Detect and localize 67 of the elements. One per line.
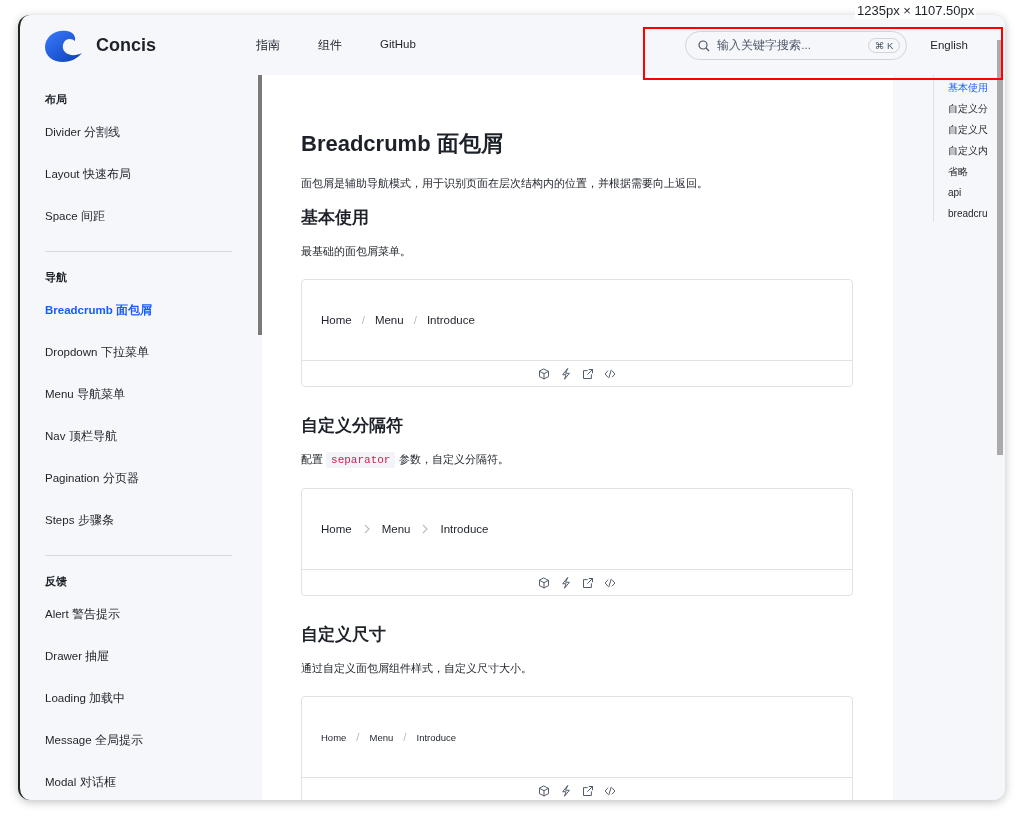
section-description: 配置 separator 参数，自定义分隔符。 bbox=[301, 451, 510, 470]
external-link-icon[interactable] bbox=[582, 576, 594, 589]
chevron-icon bbox=[363, 524, 370, 534]
code-icon[interactable] bbox=[604, 367, 616, 380]
group-title: 导航 bbox=[45, 270, 68, 285]
page-title: Breadcrumb 面包屑 bbox=[301, 130, 504, 158]
toc-link[interactable]: 自定义尺 bbox=[934, 119, 995, 140]
sidebar-item[interactable]: Message 全局提示 bbox=[45, 719, 232, 761]
cube-icon[interactable] bbox=[538, 576, 550, 589]
crumb-link[interactable]: Introduce bbox=[416, 731, 457, 743]
scrollbar[interactable] bbox=[258, 75, 262, 335]
crumb-link[interactable]: Menu bbox=[369, 731, 394, 743]
sidebar-item[interactable]: Pagination 分页器 bbox=[45, 457, 232, 499]
cube-icon[interactable] bbox=[538, 367, 550, 380]
sidebar-item[interactable]: Drawer 抽屉 bbox=[45, 635, 232, 677]
scrollbar[interactable] bbox=[997, 40, 1003, 455]
sidebar-item[interactable]: Layout 快速布局 bbox=[45, 153, 232, 195]
crumb-link[interactable]: Introduce bbox=[440, 523, 489, 535]
section-title: 自定义尺寸 bbox=[301, 624, 387, 645]
logo-icon bbox=[45, 28, 82, 62]
language-link[interactable]: English bbox=[930, 39, 968, 51]
toc-link[interactable]: api bbox=[934, 182, 995, 203]
lightning-icon[interactable] bbox=[560, 367, 572, 380]
crumb-link[interactable]: Menu bbox=[374, 314, 404, 326]
crumb-link[interactable]: Home bbox=[321, 523, 352, 535]
search-icon bbox=[698, 39, 711, 52]
sidebar-item[interactable]: Steps 步骤条 bbox=[45, 499, 232, 541]
code-icon[interactable] bbox=[604, 576, 616, 589]
crumb-link[interactable]: Menu bbox=[381, 523, 411, 535]
cube-icon[interactable] bbox=[538, 784, 550, 797]
breadcrumb-separator: / bbox=[356, 731, 360, 743]
crumb-link[interactable]: Home bbox=[321, 314, 352, 326]
page-description: 面包屑是辅助导航模式，用于识别页面在层次结构内的位置，并根据需要向上返回。 bbox=[301, 176, 709, 191]
external-link-icon[interactable] bbox=[582, 367, 594, 380]
nav-link[interactable]: 组件 bbox=[318, 37, 342, 53]
group-title: 反馈 bbox=[45, 574, 68, 589]
sidebar-item[interactable]: Space 间距 bbox=[45, 195, 232, 237]
nav-link[interactable]: GitHub bbox=[380, 37, 416, 53]
toc-link[interactable]: breadcru bbox=[934, 203, 995, 222]
code-icon[interactable] bbox=[604, 784, 616, 797]
sidebar-item[interactable]: Nav 顶栏导航 bbox=[45, 415, 232, 457]
external-link-icon[interactable] bbox=[582, 784, 594, 797]
sidebar-item[interactable]: Menu 导航菜单 bbox=[45, 373, 232, 415]
breadcrumb-separator: / bbox=[361, 314, 365, 326]
section-description: 最基础的面包屑菜单。 bbox=[301, 244, 412, 259]
crumb-link[interactable]: Introduce bbox=[426, 314, 475, 326]
sidebar-item[interactable]: Dropdown 下拉菜单 bbox=[45, 331, 232, 373]
breadcrumb-separator: / bbox=[413, 314, 417, 326]
lightning-icon[interactable] bbox=[560, 576, 572, 589]
section-title: 自定义分隔符 bbox=[301, 415, 404, 436]
sidebar-item[interactable]: Modal 对话框 bbox=[45, 761, 232, 800]
sidebar-item[interactable]: Divider 分割线 bbox=[45, 111, 232, 153]
nav-link[interactable]: 指南 bbox=[256, 37, 280, 53]
sidebar-item[interactable]: Loading 加载中 bbox=[45, 677, 232, 719]
chevron-icon bbox=[422, 524, 429, 534]
lightning-icon[interactable] bbox=[560, 784, 572, 797]
sidebar-item[interactable]: Breadcrumb 面包屑 bbox=[45, 289, 232, 331]
section-title: 基本使用 bbox=[301, 207, 370, 228]
sidebar-item[interactable]: Alert 警告提示 bbox=[45, 593, 232, 635]
brand-name[interactable]: Concis bbox=[96, 34, 256, 56]
toc-link[interactable]: 省略 bbox=[934, 161, 995, 182]
breadcrumb-separator: / bbox=[403, 731, 407, 743]
group-title: 布局 bbox=[45, 92, 68, 107]
section-description: 通过自定义面包屑组件样式，自定义尺寸大小。 bbox=[301, 661, 533, 676]
toc-link[interactable]: 自定义内 bbox=[934, 140, 995, 161]
crumb-link[interactable]: Home bbox=[321, 731, 347, 743]
toc-link[interactable]: 自定义分 bbox=[934, 98, 995, 119]
